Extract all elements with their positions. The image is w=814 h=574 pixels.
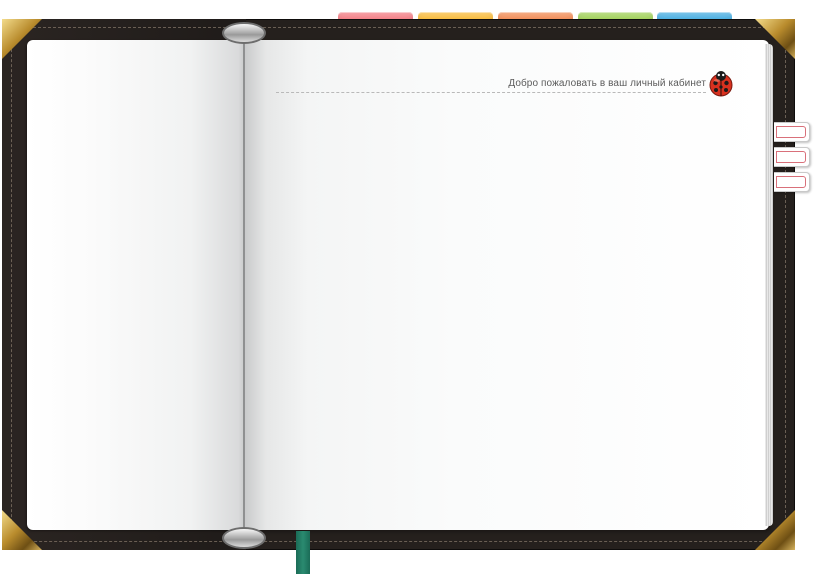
binder-ring-bottom	[222, 527, 266, 549]
spine	[243, 40, 245, 530]
left-page	[27, 40, 245, 530]
welcome-message: Добро пожаловать в ваш личный кабинет	[276, 78, 706, 93]
side-tab-1[interactable]	[774, 122, 810, 142]
binder-ring-top	[222, 22, 266, 44]
right-page	[245, 40, 769, 530]
side-tab-3[interactable]	[774, 172, 810, 192]
ladybug-icon	[707, 70, 735, 98]
bookmark-ribbon	[296, 531, 310, 574]
page-edges	[765, 44, 773, 526]
side-tab-2[interactable]	[774, 147, 810, 167]
